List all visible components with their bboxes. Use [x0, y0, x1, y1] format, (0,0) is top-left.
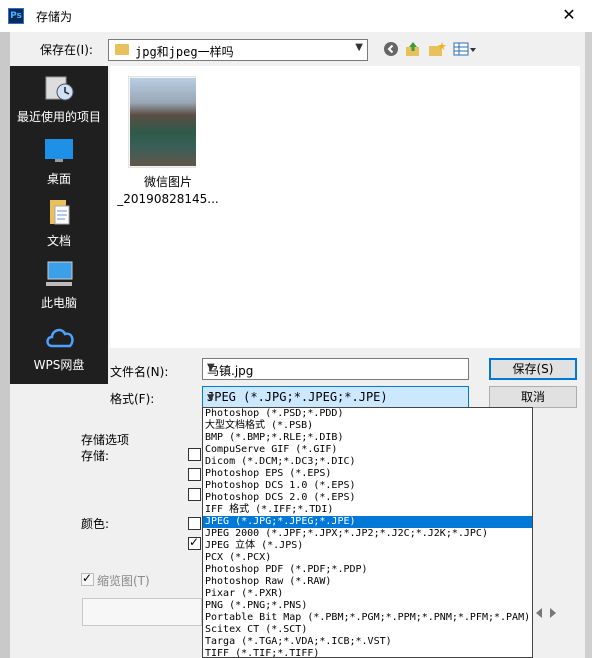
background-strip-right: [585, 32, 592, 658]
window-title: 存储为: [36, 10, 73, 24]
file-name-line2: _20190828145...: [117, 192, 219, 206]
desktop-icon: [43, 136, 75, 166]
close-icon[interactable]: ✕: [560, 6, 578, 24]
format-label: 格式(F):: [110, 392, 155, 406]
format-option[interactable]: Photoshop Raw (*.RAW): [203, 576, 532, 588]
format-option[interactable]: Pixar (*.PXR): [203, 588, 532, 600]
format-option[interactable]: CompuServe GIF (*.GIF): [203, 444, 532, 456]
place-recent[interactable]: 最近使用的项目: [10, 74, 108, 125]
back-icon[interactable]: [382, 40, 400, 58]
thumbnail-label: 缩览图(T): [97, 574, 150, 588]
place-label: 文档: [46, 234, 71, 248]
place-label: 最近使用的项目: [16, 110, 101, 124]
place-this-pc[interactable]: 此电脑: [10, 260, 108, 311]
format-option[interactable]: Photoshop PDF (*.PDF;*.PDP): [203, 564, 532, 576]
option-checkbox[interactable]: [188, 517, 201, 530]
format-option[interactable]: BMP (*.BMP;*.RLE;*.DIB): [203, 432, 532, 444]
format-select[interactable]: JPEG (*.JPG;*.JPEG;*.JPE) ▼: [202, 386, 469, 408]
format-option[interactable]: Portable Bit Map (*.PBM;*.PGM;*.PPM;*.PN…: [203, 612, 532, 624]
save-options-title: 存储选项: [81, 433, 130, 447]
color-label: 颜色:: [81, 517, 110, 531]
save-button[interactable]: 保存(S): [489, 358, 577, 380]
format-option[interactable]: PNG (*.PNG;*.PNS): [203, 600, 532, 612]
file-thumbnail[interactable]: [128, 76, 196, 168]
recent-icon: [43, 74, 75, 104]
option-checkbox-checked[interactable]: [188, 535, 201, 550]
format-dropdown-list[interactable]: Photoshop (*.PSD;*.PDD) 大型文档格式 (*.PSB) BMP…: [202, 407, 533, 658]
format-option[interactable]: PCX (*.PCX): [203, 552, 532, 564]
documents-icon: [43, 198, 75, 228]
up-folder-icon[interactable]: [404, 40, 422, 58]
chevron-down-icon[interactable]: ▼: [207, 362, 464, 373]
place-wps[interactable]: WPS网盘: [10, 322, 108, 373]
title-bar: Ps 存储为 ✕: [0, 0, 592, 32]
scroll-arrows[interactable]: [532, 604, 560, 622]
option-checkbox[interactable]: [188, 488, 201, 501]
format-option[interactable]: 大型文档格式 (*.PSB): [203, 420, 532, 432]
save-label: 存储:: [81, 449, 110, 463]
file-name-label[interactable]: 微信图片 _20190828145...: [116, 174, 220, 208]
file-list: 微信图片 _20190828145...: [110, 66, 580, 348]
filename-label: 文件名(N):: [110, 365, 169, 379]
folder-icon: [115, 44, 129, 55]
place-label: WPS网盘: [33, 358, 85, 372]
places-sidebar: 最近使用的项目 桌面 文档 此电脑 WPS网盘: [10, 66, 108, 384]
format-option[interactable]: IFF 格式 (*.IFF;*.TDI): [203, 504, 532, 516]
chevron-down-icon[interactable]: ▼: [207, 390, 464, 404]
place-label: 此电脑: [40, 296, 77, 310]
photoshop-icon: Ps: [8, 8, 24, 24]
format-option[interactable]: Photoshop EPS (*.EPS): [203, 468, 532, 480]
format-option[interactable]: Scitex CT (*.SCT): [203, 624, 532, 636]
format-option[interactable]: TIFF (*.TIF;*.TIFF): [203, 648, 532, 657]
computer-icon: [43, 260, 75, 290]
format-option[interactable]: Targa (*.TGA;*.VDA;*.ICB;*.VST): [203, 636, 532, 648]
place-desktop[interactable]: 桌面: [10, 136, 108, 187]
photo-thumbnail-image: [130, 78, 196, 166]
option-checkbox[interactable]: [188, 468, 201, 481]
filename-input[interactable]: 乌镇.jpg ▼: [202, 358, 469, 380]
place-label: 桌面: [46, 172, 71, 186]
cancel-button[interactable]: 取消: [489, 386, 577, 408]
format-option[interactable]: Photoshop (*.PSD;*.PDD): [203, 408, 532, 420]
save-in-combo[interactable]: jpg和jpeg一样吗 ▼: [108, 39, 368, 61]
format-option[interactable]: Dicom (*.DCM;*.DC3;*.DIC): [203, 456, 532, 468]
format-option[interactable]: JPEG 立体 (*.JPS): [203, 540, 532, 552]
options-subbox: [82, 598, 202, 626]
save-in-label: 保存在(I):: [40, 43, 93, 57]
place-documents[interactable]: 文档: [10, 198, 108, 249]
view-menu-icon[interactable]: [452, 40, 478, 58]
chevron-down-icon[interactable]: ▼: [355, 42, 363, 53]
cloud-icon: [43, 322, 75, 352]
thumbnail-checkbox[interactable]: [81, 571, 94, 586]
format-option[interactable]: Photoshop DCS 1.0 (*.EPS): [203, 480, 532, 492]
save-in-path: jpg和jpeg一样吗: [135, 45, 234, 59]
format-option[interactable]: Photoshop DCS 2.0 (*.EPS): [203, 492, 532, 504]
new-folder-icon[interactable]: [428, 40, 446, 58]
file-name-line1: 微信图片: [143, 175, 192, 189]
option-checkbox[interactable]: [188, 448, 201, 461]
format-option[interactable]: JPEG 2000 (*.JPF;*.JPX;*.JP2;*.J2C;*.J2K…: [203, 528, 532, 540]
format-option[interactable]: JPEG (*.JPG;*.JPEG;*.JPE): [203, 516, 532, 528]
background-strip-left: [0, 32, 10, 658]
